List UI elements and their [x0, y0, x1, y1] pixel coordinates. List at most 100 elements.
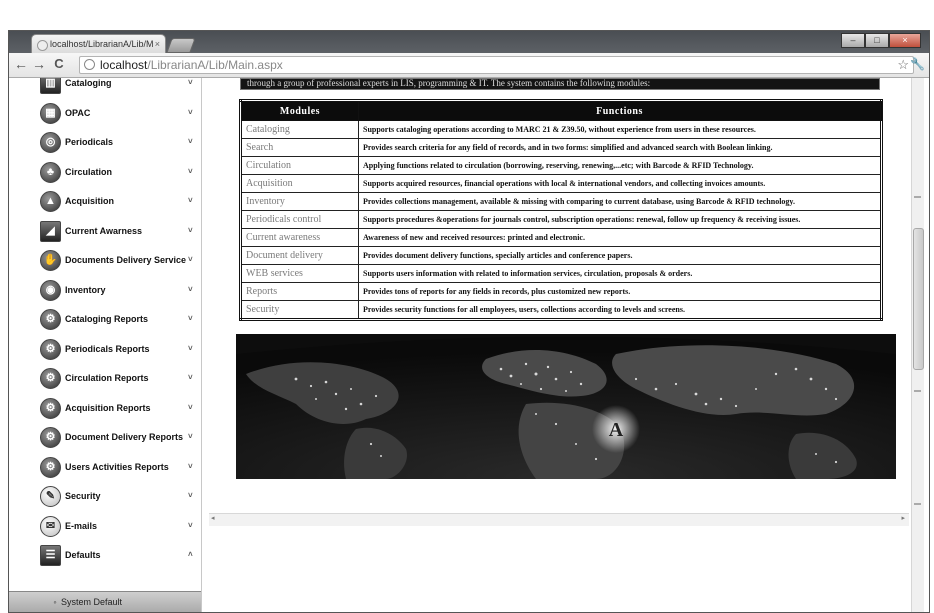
sidebar-item-circulation-reports[interactable]: ⚙ Circulation Reports ˅	[9, 365, 201, 393]
scroll-right-icon[interactable]: ▸	[901, 514, 905, 522]
scroll-left-icon[interactable]: ◂	[211, 514, 215, 522]
sidebar-item-cataloging-reports[interactable]: ⚙ Cataloging Reports ˅	[9, 306, 201, 334]
module-cell: Acquisition	[240, 174, 359, 193]
chevron-down-icon[interactable]: ˅	[188, 137, 193, 146]
sidebar-item-periodicals[interactable]: ◎ Periodicals ˅	[9, 129, 201, 157]
opac-icon: ▦	[40, 102, 61, 124]
sidebar: ▥ Cataloging ˅ ▦ OPAC ˅ ◎ Periodicals ˅ ♣ Circulat…	[9, 78, 202, 612]
favicon-icon	[37, 40, 48, 51]
forward-button[interactable]: →	[31, 56, 47, 72]
sidebar-item-inventory[interactable]: ◉ Inventory ˅	[9, 277, 201, 305]
chevron-down-icon[interactable]: ˅	[188, 373, 193, 382]
chevron-down-icon[interactable]: ˅	[188, 78, 193, 87]
function-cell: Applying functions related to circulatio…	[358, 156, 882, 175]
url-path: /LibrarianA/Lib/Main.aspx	[147, 58, 283, 72]
report-icon: ⚙	[40, 368, 61, 389]
chevron-down-icon[interactable]: ˅	[188, 344, 193, 353]
scroll-marker	[914, 503, 921, 505]
chevron-down-icon[interactable]: ˅	[188, 167, 193, 176]
sidebar-item-opac[interactable]: ▦ OPAC ˅	[9, 100, 201, 128]
function-cell: Supports acquired resources, financial o…	[358, 174, 882, 193]
functions-header: Functions	[358, 100, 882, 121]
function-cell: Provides security functions for all empl…	[358, 300, 882, 320]
chevron-down-icon[interactable]: ˅	[188, 462, 193, 471]
report-icon: ⚙	[40, 338, 61, 360]
periodicals-icon: ◎	[40, 132, 61, 153]
chevron-down-icon[interactable]: ˅	[188, 491, 193, 500]
report-icon: ⚙	[40, 309, 61, 330]
module-cell: Reports	[240, 282, 359, 301]
tab-title: localhost/LibrarianA/Lib/M	[50, 39, 154, 49]
horizontal-scrollbar[interactable]: ◂ ▸	[209, 513, 909, 526]
scroll-marker	[914, 196, 921, 198]
sidebar-item-label: OPAC	[65, 107, 91, 118]
sidebar-item-label: Cataloging Reports	[65, 314, 149, 324]
table-row: Current awareness Awareness of new and re…	[240, 228, 882, 247]
sidebar-item-documents-delivery-service[interactable]: ✋ Documents Delivery Service ˅	[9, 247, 201, 275]
sidebar-item-defaults[interactable]: ☰ Defaults ˄	[9, 542, 201, 570]
chevron-down-icon[interactable]: ˅	[188, 403, 193, 412]
security-icon: ✎	[40, 486, 61, 507]
chevron-down-icon[interactable]: ˅	[188, 226, 193, 235]
sidebar-item-current-awarness[interactable]: ◢ Current Awarness ˅	[9, 218, 201, 246]
report-icon: ⚙	[40, 397, 61, 419]
address-bar[interactable]: localhost/LibrarianA/Lib/Main.aspx	[79, 56, 914, 74]
sidebar-item-document-delivery-reports[interactable]: ⚙ Document Delivery Reports ˅	[9, 424, 201, 452]
vertical-scrollbar[interactable]	[911, 78, 924, 612]
chevron-down-icon[interactable]: ˅	[188, 196, 193, 205]
chevron-down-icon[interactable]: ˅	[188, 108, 193, 117]
table-row: Reports Provides tons of reports for any …	[240, 282, 882, 301]
module-cell: Document delivery	[240, 246, 359, 265]
new-tab-button[interactable]	[166, 38, 196, 53]
chevron-down-icon[interactable]: ˅	[188, 432, 193, 441]
sidebar-subitem-system-default[interactable]: ◦ System Default	[9, 591, 201, 612]
module-cell: Periodicals control	[240, 210, 359, 229]
sidebar-item-label: E-mails	[65, 520, 98, 531]
maximize-button[interactable]: □	[865, 33, 889, 48]
books-icon: ▥	[40, 78, 61, 94]
bookmark-star-icon[interactable]: ☆	[897, 57, 909, 73]
minimize-button[interactable]: –	[841, 33, 865, 48]
sidebar-item-cataloging[interactable]: ▥ Cataloging ˅	[9, 78, 201, 98]
close-window-button[interactable]: ×	[889, 33, 921, 48]
browser-tab[interactable]: localhost/LibrarianA/Lib/M ×	[31, 34, 166, 53]
reload-button[interactable]: C	[51, 56, 67, 72]
chevron-down-icon[interactable]: ˅	[188, 285, 193, 294]
sidebar-item-circulation[interactable]: ♣ Circulation ˅	[9, 159, 201, 187]
table-row: Document delivery Provides document deliv…	[240, 246, 882, 265]
sidebar-item-security[interactable]: ✎ Security ˅	[9, 483, 201, 511]
module-cell: Security	[240, 300, 359, 320]
wrench-icon[interactable]: 🔧	[910, 57, 925, 71]
sidebar-item-label: Security	[65, 491, 101, 501]
delivery-icon: ✋	[40, 250, 61, 271]
sidebar-item-label: Periodicals	[65, 137, 114, 147]
report-icon: ⚙	[40, 456, 61, 478]
sidebar-item-e-mails[interactable]: ✉ E-mails ˅	[9, 513, 201, 541]
modules-header: Modules	[240, 100, 359, 121]
back-button[interactable]: ←	[13, 56, 29, 72]
function-cell: Provides document delivery functions, sp…	[358, 246, 882, 265]
sidebar-item-periodicals-reports[interactable]: ⚙ Periodicals Reports ˅	[9, 336, 201, 364]
tab-close-icon[interactable]: ×	[155, 35, 160, 53]
function-cell: Provides collections management, availab…	[358, 192, 882, 211]
sidebar-item-label: Circulation Reports	[65, 373, 149, 383]
chevron-down-icon[interactable]: ˅	[188, 521, 193, 530]
chevron-down-icon[interactable]: ˅	[188, 255, 193, 264]
function-cell: Supports procedures &operations for jour…	[358, 210, 882, 229]
globe-icon	[84, 59, 95, 70]
main-content: through a group of professional experts …	[209, 78, 909, 526]
modules-table: Modules Functions Cataloging Supports cat…	[239, 99, 883, 321]
module-cell: Inventory	[240, 192, 359, 211]
defaults-icon: ☰	[40, 545, 61, 566]
module-cell: Current awareness	[240, 228, 359, 247]
scrollbar-thumb[interactable]	[913, 228, 924, 370]
chevron-up-icon[interactable]: ˄	[188, 550, 193, 559]
chevron-down-icon[interactable]: ˅	[188, 314, 193, 323]
sidebar-item-acquisition-reports[interactable]: ⚙ Acquisition Reports ˅	[9, 395, 201, 423]
sidebar-item-acquisition[interactable]: ▲ Acquisition ˅	[9, 188, 201, 216]
sidebar-item-label: Defaults	[65, 550, 101, 560]
sidebar-item-users-activities-reports[interactable]: ⚙ Users Activities Reports ˅	[9, 454, 201, 482]
sidebar-item-label: Documents Delivery Service	[65, 255, 187, 265]
window-controls: – □ ×	[841, 33, 921, 48]
table-row: Acquisition Supports acquired resources, …	[240, 174, 882, 193]
